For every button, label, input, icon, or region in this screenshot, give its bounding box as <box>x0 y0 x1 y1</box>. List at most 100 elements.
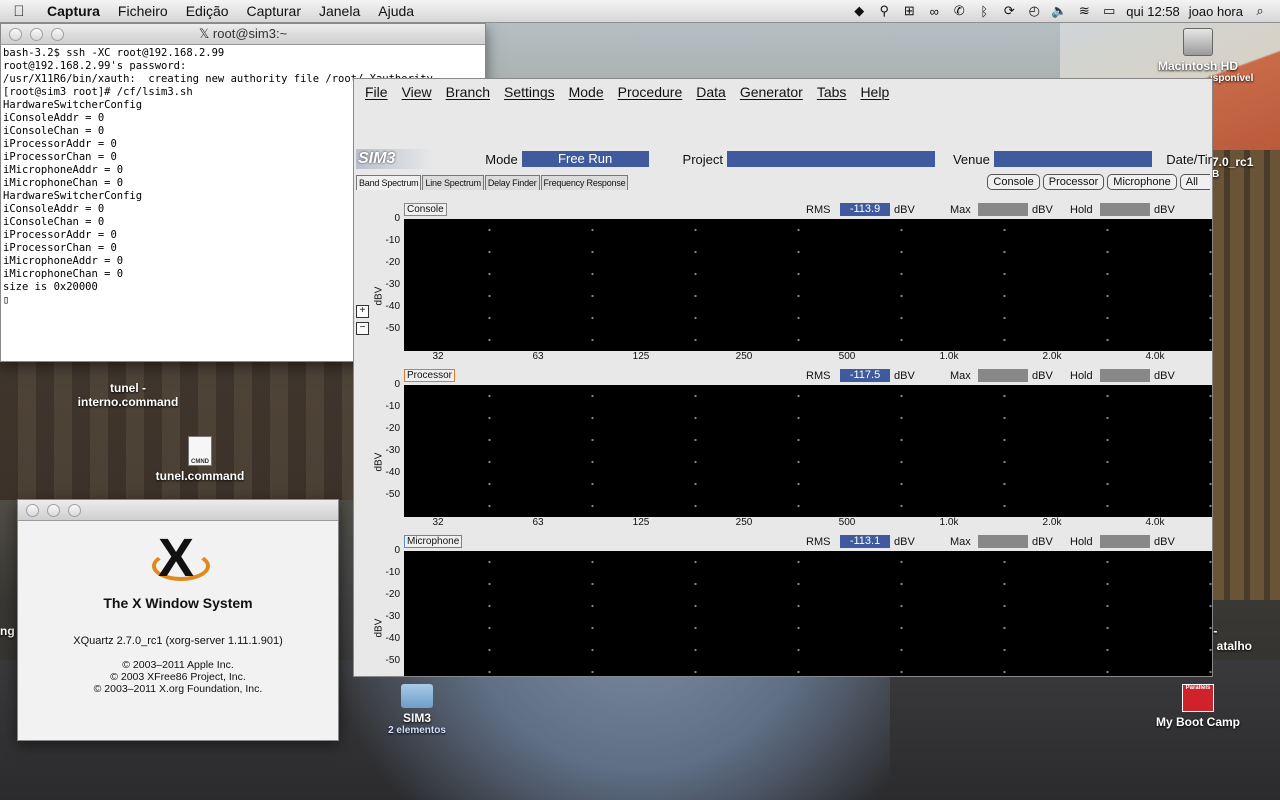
all-button[interactable]: All <box>1179 174 1210 190</box>
x-tick-label: 32 <box>432 351 444 362</box>
y-axis-title: dBV <box>373 286 385 306</box>
menu-file[interactable]: File <box>358 84 395 100</box>
tab-line-spectrum[interactable]: Line Spectrum <box>422 175 484 190</box>
menu-settings[interactable]: Settings <box>497 84 562 100</box>
minimize-button[interactable] <box>47 504 60 517</box>
tab-delay-finder[interactable]: Delay Finder <box>484 175 540 190</box>
menu-mode[interactable]: Mode <box>562 84 611 100</box>
desktop-icon-sim3-folder[interactable]: SIM3 2 elementos <box>372 684 462 736</box>
panel-name-button[interactable]: Console <box>404 203 447 216</box>
desktop-icon-macintosh-hd[interactable]: Macintosh HD isponível <box>1150 28 1254 84</box>
rms-value: -113.1 <box>840 535 890 548</box>
desktop-fragment-version: 7.0_rc1 B <box>1212 155 1254 180</box>
time-machine-icon[interactable]: ◴ <box>1026 3 1042 19</box>
terminal-line: iConsoleAddr = 0 <box>3 203 105 215</box>
clock[interactable]: qui 12:58 <box>1126 4 1180 19</box>
max-value <box>978 535 1028 548</box>
menu-edicao[interactable]: Edição <box>177 3 238 19</box>
y-tick-label: -20 <box>385 423 400 434</box>
sim3-logo: SIM3 <box>356 149 434 169</box>
processor-button[interactable]: Processor <box>1042 174 1105 190</box>
apple-menu-icon[interactable]:  <box>0 3 38 20</box>
max-label: Max <box>950 369 971 382</box>
max-value <box>978 369 1028 382</box>
max-label: Max <box>950 203 971 216</box>
dropbox-icon[interactable]: ◆ <box>851 3 867 19</box>
about-titlebar[interactable] <box>18 500 338 521</box>
menu-generator[interactable]: Generator <box>733 84 810 100</box>
about-xquartz-window[interactable]: X The X Window System XQuartz 2.7.0_rc1 … <box>17 499 339 741</box>
max-unit: dBV <box>1032 369 1053 382</box>
sync-icon[interactable]: ⟳ <box>1001 3 1017 19</box>
menu-tabs[interactable]: Tabs <box>810 84 854 100</box>
about-version: XQuartz 2.7.0_rc1 (xorg-server 1.11.1.90… <box>73 635 283 647</box>
sim3-window[interactable]: File View Branch Settings Mode Procedure… <box>353 78 1213 677</box>
menu-procedure[interactable]: Procedure <box>611 84 690 100</box>
console-button[interactable]: Console <box>987 174 1040 190</box>
menu-help[interactable]: Help <box>853 84 896 100</box>
rms-unit: dBV <box>894 369 915 382</box>
mode-field[interactable]: Free Run <box>521 151 649 167</box>
user-name[interactable]: joao hora <box>1189 4 1243 19</box>
hold-unit: dBV <box>1154 369 1175 382</box>
y-tick-label: -50 <box>385 323 400 334</box>
spectrum-plot[interactable] <box>404 551 1212 676</box>
desktop-icon-tunel-interno[interactable]: tunel - interno.command <box>60 367 196 423</box>
menu-ajuda[interactable]: Ajuda <box>369 3 423 19</box>
menu-ficheiro[interactable]: Ficheiro <box>109 3 177 19</box>
folder-icon <box>401 684 433 708</box>
desktop-icon-my-boot-camp[interactable]: Parallels My Boot Camp <box>1146 684 1250 729</box>
y-axis-title: dBV <box>373 618 385 638</box>
menu-view[interactable]: View <box>395 84 439 100</box>
antenna-icon[interactable]: ⚲ <box>876 3 892 19</box>
add-box-icon[interactable]: ⊞ <box>901 3 917 19</box>
panel-name-button[interactable]: Microphone <box>404 535 463 548</box>
terminal-title: 𝕏 root@sim3:~ <box>198 26 288 41</box>
zoom-button[interactable] <box>68 504 81 517</box>
panel-name-button[interactable]: Processor <box>404 369 456 382</box>
menu-branch[interactable]: Branch <box>439 84 497 100</box>
desktop-icon-tunel-command[interactable]: CMND tunel.command <box>150 436 250 483</box>
spectrum-plot[interactable] <box>404 385 1212 517</box>
project-field[interactable] <box>727 151 935 167</box>
background-fence <box>1210 150 1280 600</box>
menu-janela[interactable]: Janela <box>310 3 369 19</box>
x-tick-label: 63 <box>532 351 544 362</box>
battery-icon[interactable]: ▭ <box>1101 3 1117 19</box>
spectrum-plot[interactable] <box>404 219 1212 351</box>
zoom-out-button[interactable]: − <box>356 322 369 335</box>
x-tick-label: 1.0k <box>939 517 959 528</box>
wifi-icon[interactable]: ≋ <box>1076 3 1092 19</box>
rms-value: -113.9 <box>840 203 890 216</box>
tab-frequency-response[interactable]: Frequency Response <box>540 175 629 190</box>
spectrum-panel-console: Console RMS -113.9 dBV Max dBV Hold dBV … <box>354 201 1212 367</box>
microphone-button[interactable]: Microphone <box>1107 174 1177 190</box>
x-axis: 32 63 125 250 500 1.0k 2.0k 4.0k <box>404 517 1212 531</box>
phone-icon[interactable]: ✆ <box>951 3 967 19</box>
close-button[interactable] <box>26 504 39 517</box>
zoom-in-button[interactable]: + <box>356 305 369 318</box>
menu-data[interactable]: Data <box>689 84 733 100</box>
mode-label: Mode <box>485 151 518 167</box>
max-value <box>978 203 1028 216</box>
venue-field[interactable] <box>993 151 1153 167</box>
terminal-line: iProcessorChan = 0 <box>3 151 117 163</box>
menu-app-name[interactable]: Captura <box>38 3 109 19</box>
desktop-icon-label: tunel - interno.command <box>77 381 179 409</box>
y-tick-label: -30 <box>385 279 400 290</box>
spotlight-search-icon[interactable]: ⌕ <box>1252 3 1268 19</box>
x-tick-label: 250 <box>735 517 753 528</box>
terminal-titlebar[interactable]: 𝕏 root@sim3:~ <box>1 24 485 45</box>
parallels-icon: Parallels <box>1182 684 1214 712</box>
binoculars-icon[interactable]: ∞ <box>926 4 942 19</box>
desktop-icon-sublabel: isponível <box>1210 73 1254 84</box>
tab-band-spectrum[interactable]: Band Spectrum <box>356 175 422 190</box>
x11-icon: 𝕏 <box>198 26 213 41</box>
bluetooth-icon[interactable]: ᛒ <box>976 4 992 19</box>
x-tick-label: 500 <box>838 351 856 362</box>
x-tick-label: 4.0k <box>1145 517 1165 528</box>
volume-icon[interactable]: 🔈 <box>1051 3 1067 19</box>
menu-capturar[interactable]: Capturar <box>238 3 310 19</box>
about-heading: The X Window System <box>103 595 253 611</box>
spectrum-panel-processor: Processor RMS -117.5 dBV Max dBV Hold dB… <box>354 367 1212 533</box>
